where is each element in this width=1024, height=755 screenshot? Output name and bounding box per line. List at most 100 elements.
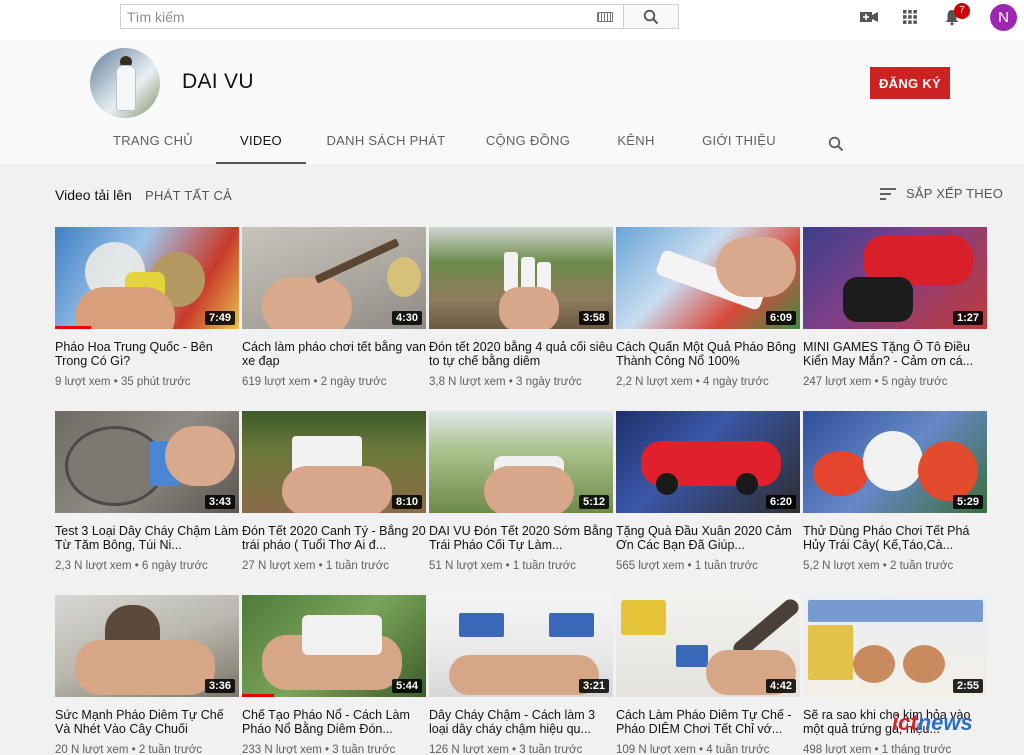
ictnews-watermark: ictnews bbox=[892, 710, 973, 735]
video-card[interactable]: 1:27 MINI GAMES Tặng Ô Tô Điều Kiển May … bbox=[803, 227, 987, 388]
video-meta: 233 N lượt xem • 3 tuần trước bbox=[242, 744, 396, 755]
video-meta: 498 lượt xem • 1 tháng trước bbox=[803, 744, 952, 755]
channel-avatar[interactable] bbox=[90, 48, 160, 118]
video-meta: 9 lượt xem • 35 phút trước bbox=[55, 376, 191, 388]
video-title[interactable]: DAI VU Đón Tết 2020 Sớm Bằng Trái Pháo C… bbox=[429, 524, 613, 552]
video-title[interactable]: MINI GAMES Tặng Ô Tô Điều Kiển May Mắn? … bbox=[803, 340, 987, 368]
video-duration: 4:30 bbox=[391, 311, 422, 325]
video-title[interactable]: Cách Quấn Một Quả Pháo Bông Thành Công N… bbox=[616, 340, 800, 368]
video-meta: 2,2 N lượt xem • 4 ngày trước bbox=[616, 376, 769, 388]
video-duration: 7:49 bbox=[204, 311, 235, 325]
video-card[interactable]: 3:21 Dây Cháy Chậm - Cách làm 3 loại dây… bbox=[429, 595, 613, 755]
video-thumbnail[interactable]: 5:44 bbox=[242, 595, 426, 697]
video-title[interactable]: Cách Làm Pháo Diêm Tự Chế - Pháo DIÊM Ch… bbox=[616, 708, 800, 736]
youtube-channel-page: 7 N DAI VU ĐĂNG KÝ TRANG CHỦ VIDEO DANH … bbox=[0, 0, 1024, 755]
video-card[interactable]: 4:42 Cách Làm Pháo Diêm Tự Chế - Pháo DI… bbox=[616, 595, 800, 755]
video-duration: 3:43 bbox=[204, 495, 235, 509]
video-duration: 4:42 bbox=[765, 679, 796, 693]
channel-name: DAI VU bbox=[182, 70, 254, 93]
video-title[interactable]: Test 3 Loại Dây Cháy Chậm Làm Từ Tăm Bôn… bbox=[55, 524, 239, 552]
video-thumbnail[interactable]: 5:29 bbox=[803, 411, 987, 513]
video-card[interactable]: 8:10 Đón Tết 2020 Canh Tý - Bắng 20 trái… bbox=[242, 411, 426, 572]
video-meta: 619 lượt xem • 2 ngày trước bbox=[242, 376, 387, 388]
video-card[interactable]: 6:20 Tặng Quà Đầu Xuân 2020 Cảm Ơn Các B… bbox=[616, 411, 800, 572]
search-input[interactable] bbox=[121, 5, 581, 28]
video-title[interactable]: Đón tết 2020 bằng 4 quả cối siêu to tự c… bbox=[429, 340, 613, 368]
video-card[interactable]: 6:09 Cách Quấn Một Quả Pháo Bông Thành C… bbox=[616, 227, 800, 388]
video-duration: 5:29 bbox=[952, 495, 983, 509]
video-meta: 2,3 N lượt xem • 6 ngày trước bbox=[55, 560, 208, 572]
video-title[interactable]: Thử Dùng Pháo Chơi Tết Phá Hủy Trái Cây(… bbox=[803, 524, 987, 552]
video-duration: 3:36 bbox=[204, 679, 235, 693]
video-thumbnail[interactable]: 8:10 bbox=[242, 411, 426, 513]
video-title[interactable]: Đón Tết 2020 Canh Tý - Bắng 20 trái pháo… bbox=[242, 524, 426, 552]
channel-search-button[interactable] bbox=[824, 133, 848, 153]
video-thumbnail[interactable]: 6:09 bbox=[616, 227, 800, 329]
channel-header: DAI VU ĐĂNG KÝ TRANG CHỦ VIDEO DANH SÁCH… bbox=[0, 40, 1024, 164]
video-duration: 1:27 bbox=[952, 311, 983, 325]
search-icon bbox=[643, 9, 659, 24]
apps-grid-icon[interactable] bbox=[899, 6, 921, 28]
video-title[interactable]: Tặng Quà Đầu Xuân 2020 Cảm Ơn Các Bạn Đã… bbox=[616, 524, 800, 552]
video-thumbnail[interactable]: 4:30 bbox=[242, 227, 426, 329]
video-meta: 247 lượt xem • 5 ngày trước bbox=[803, 376, 948, 388]
video-thumbnail[interactable]: 3:21 bbox=[429, 595, 613, 697]
video-card[interactable]: 3:36 Sức Mạnh Pháo Diêm Tự Chế Và Nhét V… bbox=[55, 595, 239, 755]
video-meta: 5,2 N lượt xem • 2 tuần trước bbox=[803, 560, 954, 572]
video-thumbnail[interactable]: 3:36 bbox=[55, 595, 239, 697]
create-video-icon[interactable] bbox=[858, 6, 880, 28]
channel-tabs: TRANG CHỦ VIDEO DANH SÁCH PHÁT CỘNG ĐỒNG… bbox=[0, 126, 1024, 164]
video-card[interactable]: 5:44 Chế Tạo Pháo Nổ - Cách Làm Pháo Nổ … bbox=[242, 595, 426, 755]
search-box[interactable] bbox=[120, 4, 624, 29]
video-thumbnail[interactable]: 4:42 bbox=[616, 595, 800, 697]
video-duration: 6:09 bbox=[765, 311, 796, 325]
search-icon bbox=[828, 136, 844, 152]
keyboard-icon[interactable] bbox=[597, 12, 613, 22]
video-title[interactable]: Pháo Hoa Trung Quốc - Bên Trong Có Gì? bbox=[55, 340, 239, 368]
video-thumbnail[interactable]: 2:55 bbox=[803, 595, 987, 697]
sort-icon bbox=[880, 187, 896, 200]
video-duration: 8:10 bbox=[391, 495, 422, 509]
video-meta: 20 N lượt xem • 2 tuần trước bbox=[55, 744, 203, 755]
video-thumbnail[interactable]: 3:43 bbox=[55, 411, 239, 513]
video-duration: 3:58 bbox=[578, 311, 609, 325]
video-thumbnail[interactable]: 3:58 bbox=[429, 227, 613, 329]
video-card[interactable]: 7:49 Pháo Hoa Trung Quốc - Bên Trong Có … bbox=[55, 227, 239, 388]
tab-home[interactable]: TRANG CHỦ bbox=[108, 126, 198, 164]
video-card[interactable]: 4:30 Cách làm pháo chơi tết bằng van xe … bbox=[242, 227, 426, 388]
account-avatar[interactable]: N bbox=[990, 4, 1017, 31]
top-bar: 7 N bbox=[0, 0, 1024, 40]
video-meta: 27 N lượt xem • 1 tuần trước bbox=[242, 560, 390, 572]
search-button[interactable] bbox=[624, 4, 679, 29]
notification-count-badge: 7 bbox=[954, 3, 970, 19]
uploads-title: Video tải lên bbox=[55, 187, 132, 203]
video-meta: 109 N lượt xem • 4 tuần trước bbox=[616, 744, 770, 755]
video-thumbnail[interactable]: 6:20 bbox=[616, 411, 800, 513]
video-title[interactable]: Cách làm pháo chơi tết bằng van xe đạp bbox=[242, 340, 426, 368]
tab-channels[interactable]: KÊNH bbox=[608, 126, 664, 164]
tab-playlists[interactable]: DANH SÁCH PHÁT bbox=[326, 126, 446, 164]
sort-label: SẮP XẾP THEO bbox=[906, 186, 1004, 201]
tab-community[interactable]: CỘNG ĐỒNG bbox=[480, 126, 576, 164]
subscribe-button[interactable]: ĐĂNG KÝ bbox=[870, 67, 950, 99]
video-duration: 5:44 bbox=[391, 679, 422, 693]
video-title[interactable]: Sức Mạnh Pháo Diêm Tự Chế Và Nhét Vào Câ… bbox=[55, 708, 239, 736]
video-meta: 3,8 N lượt xem • 3 ngày trước bbox=[429, 376, 582, 388]
tab-videos[interactable]: VIDEO bbox=[216, 126, 306, 164]
tab-about[interactable]: GIỚI THIỆU bbox=[696, 126, 782, 164]
watch-progress-bar bbox=[55, 326, 91, 329]
video-card[interactable]: 5:12 DAI VU Đón Tết 2020 Sớm Bằng Trái P… bbox=[429, 411, 613, 572]
video-meta: 565 lượt xem • 1 tuần trước bbox=[616, 560, 758, 572]
video-card[interactable]: 5:29 Thử Dùng Pháo Chơi Tết Phá Hủy Trái… bbox=[803, 411, 987, 572]
video-card[interactable]: 3:43 Test 3 Loại Dây Cháy Chậm Làm Từ Tă… bbox=[55, 411, 239, 572]
sort-by-button[interactable]: SẮP XẾP THEO bbox=[880, 186, 1003, 201]
video-thumbnail[interactable]: 1:27 bbox=[803, 227, 987, 329]
video-title[interactable]: Dây Cháy Chậm - Cách làm 3 loại dây cháy… bbox=[429, 708, 613, 736]
video-thumbnail[interactable]: 7:49 bbox=[55, 227, 239, 329]
video-thumbnail[interactable]: 5:12 bbox=[429, 411, 613, 513]
watch-progress-bar bbox=[242, 694, 274, 697]
video-card[interactable]: 3:58 Đón tết 2020 bằng 4 quả cối siêu to… bbox=[429, 227, 613, 388]
play-all-link[interactable]: PHÁT TẤT CẢ bbox=[145, 188, 232, 203]
video-title[interactable]: Chế Tạo Pháo Nổ - Cách Làm Pháo Nổ Bằng … bbox=[242, 708, 426, 736]
video-duration: 6:20 bbox=[765, 495, 796, 509]
